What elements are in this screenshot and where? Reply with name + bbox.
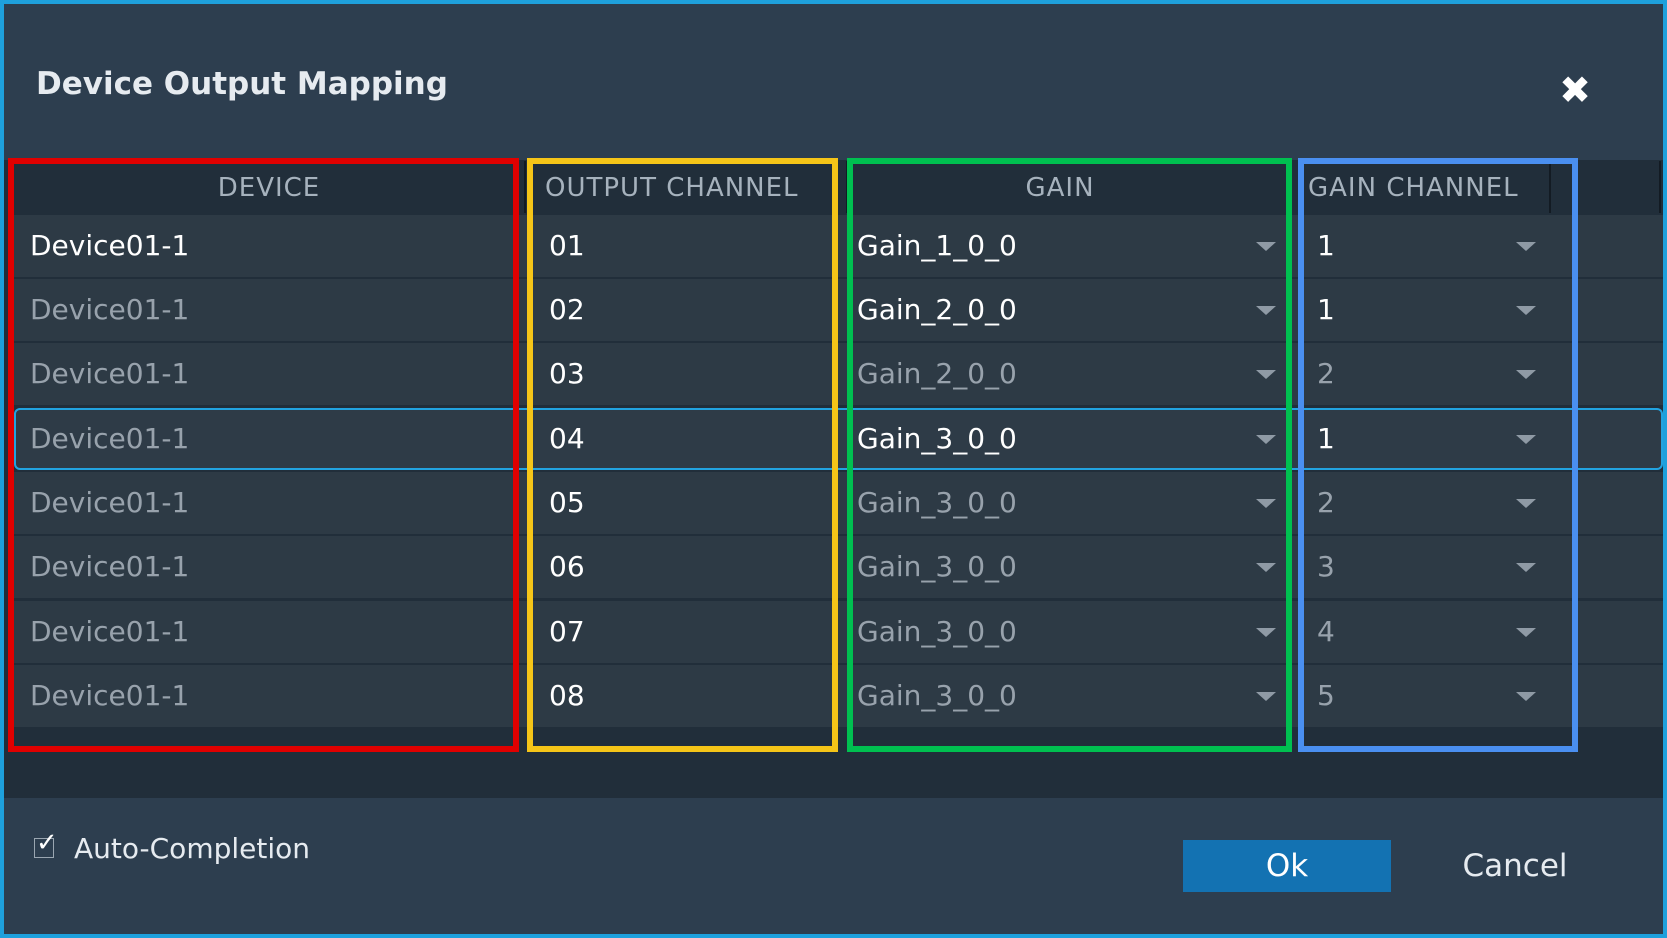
- gain-dropdown[interactable]: Gain_3_0_0: [857, 665, 1017, 727]
- cancel-button[interactable]: Cancel: [1440, 840, 1590, 892]
- column-divider: [846, 161, 848, 213]
- column-header-device[interactable]: DEVICE: [14, 161, 524, 215]
- output-channel-cell: 02: [549, 293, 585, 326]
- table-row[interactable]: Device01-1 04 Gain_3_0_0 1: [14, 408, 1663, 470]
- device-cell: Device01-1: [30, 550, 190, 583]
- gain-dropdown[interactable]: Gain_3_0_0: [857, 536, 1017, 598]
- table-row[interactable]: Device01-1 03 Gain_2_0_0 2: [14, 343, 1663, 405]
- ok-button[interactable]: Ok: [1183, 840, 1391, 892]
- column-divider: [1549, 161, 1551, 213]
- chevron-down-icon[interactable]: [1256, 499, 1276, 508]
- table-row[interactable]: Device01-1 02 Gain_2_0_0 1: [14, 279, 1663, 341]
- auto-completion-label[interactable]: Auto-Completion: [74, 832, 310, 865]
- gain-channel-dropdown[interactable]: 1: [1317, 215, 1335, 277]
- chevron-down-icon[interactable]: [1516, 628, 1536, 637]
- device-cell: Device01-1: [30, 293, 190, 326]
- chevron-down-icon[interactable]: [1256, 435, 1276, 444]
- table-row[interactable]: Device01-1 05 Gain_3_0_0 2: [14, 472, 1663, 534]
- gain-dropdown[interactable]: Gain_3_0_0: [857, 601, 1017, 663]
- gain-channel-dropdown[interactable]: 2: [1317, 343, 1335, 405]
- gain-dropdown[interactable]: Gain_3_0_0: [857, 408, 1017, 470]
- device-cell: Device01-1: [30, 422, 190, 455]
- gain-dropdown[interactable]: Gain_1_0_0: [857, 215, 1017, 277]
- chevron-down-icon[interactable]: [1256, 306, 1276, 315]
- device-cell: Device01-1: [30, 615, 190, 648]
- column-divider: [1288, 161, 1290, 213]
- output-channel-cell: 05: [549, 486, 585, 519]
- device-cell: Device01-1: [30, 229, 190, 262]
- close-icon[interactable]: ✖: [1549, 64, 1601, 116]
- chevron-down-icon[interactable]: [1516, 242, 1536, 251]
- gain-dropdown[interactable]: Gain_2_0_0: [857, 343, 1017, 405]
- output-channel-cell: 08: [549, 679, 585, 712]
- column-header-gain-channel[interactable]: GAIN CHANNEL: [1300, 161, 1548, 215]
- device-cell: Device01-1: [30, 679, 190, 712]
- gain-dropdown[interactable]: Gain_2_0_0: [857, 279, 1017, 341]
- chevron-down-icon[interactable]: [1256, 242, 1276, 251]
- dialog-title: Device Output Mapping: [36, 66, 448, 102]
- chevron-down-icon[interactable]: [1516, 563, 1536, 572]
- chevron-down-icon[interactable]: [1516, 435, 1536, 444]
- chevron-down-icon[interactable]: [1516, 370, 1536, 379]
- output-channel-cell: 01: [549, 229, 585, 262]
- gain-dropdown[interactable]: Gain_3_0_0: [857, 472, 1017, 534]
- chevron-down-icon[interactable]: [1256, 692, 1276, 701]
- gain-channel-dropdown[interactable]: 1: [1317, 279, 1335, 341]
- table-row[interactable]: Device01-1 06 Gain_3_0_0 3: [14, 536, 1663, 598]
- gain-channel-dropdown[interactable]: 1: [1317, 408, 1335, 470]
- auto-completion-checkbox[interactable]: ✓: [34, 828, 58, 858]
- column-divider: [1659, 161, 1661, 213]
- chevron-down-icon[interactable]: [1516, 499, 1536, 508]
- chevron-down-icon[interactable]: [1256, 563, 1276, 572]
- gain-channel-dropdown[interactable]: 2: [1317, 472, 1335, 534]
- chevron-down-icon[interactable]: [1256, 628, 1276, 637]
- output-channel-cell: 04: [549, 422, 585, 455]
- gain-channel-dropdown[interactable]: 3: [1317, 536, 1335, 598]
- output-channel-cell: 03: [549, 357, 585, 390]
- table-row[interactable]: Device01-1 08 Gain_3_0_0 5: [14, 665, 1663, 727]
- column-divider: [524, 161, 526, 213]
- device-cell: Device01-1: [30, 357, 190, 390]
- gain-channel-dropdown[interactable]: 5: [1317, 665, 1335, 727]
- output-channel-cell: 06: [549, 550, 585, 583]
- column-header-gain[interactable]: GAIN: [849, 161, 1271, 215]
- device-cell: Device01-1: [30, 486, 190, 519]
- table-row[interactable]: Device01-1 07 Gain_3_0_0 4: [14, 601, 1663, 663]
- chevron-down-icon[interactable]: [1256, 370, 1276, 379]
- column-header-output-channel[interactable]: OUTPUT CHANNEL: [527, 161, 855, 215]
- output-channel-cell: 07: [549, 615, 585, 648]
- gain-channel-dropdown[interactable]: 4: [1317, 601, 1335, 663]
- check-icon: ✓: [36, 828, 58, 858]
- chevron-down-icon[interactable]: [1516, 692, 1536, 701]
- table-row[interactable]: Device01-1 01 Gain_1_0_0 1: [14, 215, 1663, 277]
- chevron-down-icon[interactable]: [1516, 306, 1536, 315]
